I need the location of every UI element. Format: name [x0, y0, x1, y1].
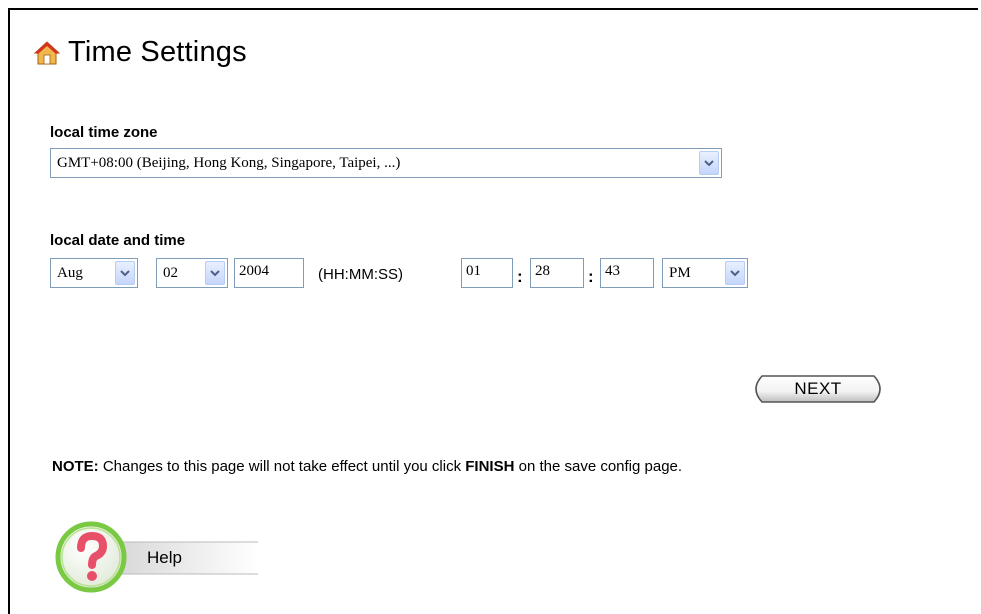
title-row: Time Settings [34, 36, 247, 69]
timezone-value: GMT+08:00 (Beijing, Hong Kong, Singapore… [57, 154, 401, 171]
page-title: Time Settings [68, 36, 247, 68]
second-input[interactable]: 43 [600, 258, 654, 288]
note-body-end: on the save config page. [514, 458, 683, 475]
timezone-select[interactable]: GMT+08:00 (Beijing, Hong Kong, Singapore… [50, 148, 722, 178]
note-emphasis: FINISH [465, 458, 515, 475]
hour-input[interactable]: 01 [461, 258, 513, 288]
chevron-down-icon[interactable] [205, 261, 225, 285]
help-link[interactable]: Help [50, 518, 260, 594]
year-input[interactable]: 2004 [234, 258, 304, 288]
time-separator: : [588, 267, 594, 286]
month-select[interactable]: Aug [50, 258, 138, 288]
chevron-down-icon[interactable] [699, 151, 719, 175]
chevron-down-icon[interactable] [725, 261, 745, 285]
day-select[interactable]: 02 [156, 258, 228, 288]
timezone-label: local time zone [50, 124, 158, 141]
time-separator: : [517, 267, 523, 286]
help-label: Help [147, 548, 182, 567]
ampm-select[interactable]: PM [662, 258, 748, 288]
note-prefix: NOTE: [52, 458, 99, 475]
next-button[interactable]: NEXT [748, 374, 888, 404]
time-format-hint: (HH:MM:SS) [318, 266, 403, 283]
datetime-label: local date and time [50, 232, 186, 249]
minute-input[interactable]: 28 [530, 258, 584, 288]
note-body-start: Changes to this page will not take effec… [98, 458, 466, 475]
chevron-down-icon[interactable] [115, 261, 135, 285]
next-button-label: NEXT [794, 379, 842, 398]
house-icon [34, 40, 60, 64]
note-text: NOTE: Changes to this page will not take… [52, 458, 682, 475]
question-mark-icon [55, 521, 127, 593]
